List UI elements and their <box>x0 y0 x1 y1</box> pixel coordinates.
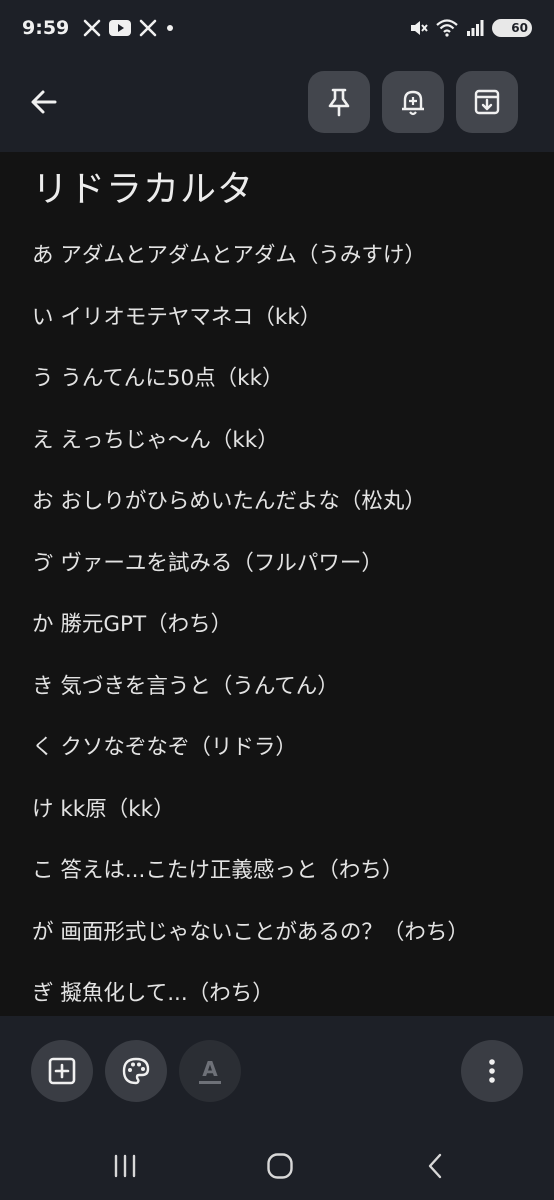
pin-icon <box>328 88 350 117</box>
status-bar: 9:59 60 <box>0 0 554 56</box>
more-vert-icon <box>489 1059 495 1083</box>
battery-indicator: 60 <box>492 19 532 37</box>
status-time: 9:59 <box>22 17 70 39</box>
reminder-button[interactable] <box>382 71 444 133</box>
recents-icon <box>114 1154 136 1178</box>
home-button[interactable] <box>250 1142 310 1190</box>
wifi-icon <box>436 19 458 37</box>
note-line: け kk原（kk） <box>32 796 175 822</box>
home-icon <box>267 1153 293 1179</box>
system-nav-bar <box>0 1132 554 1200</box>
youtube-icon <box>109 20 132 36</box>
nav-back-button[interactable] <box>405 1142 465 1190</box>
note-line: く クソなぞなぞ（リドラ） <box>32 735 297 760</box>
note-line: か 勝元GPT（わち） <box>32 612 233 637</box>
background-color-button[interactable] <box>105 1040 167 1102</box>
format-underline <box>199 1080 221 1084</box>
status-right: 60 <box>408 18 532 38</box>
add-box-icon <box>48 1057 76 1085</box>
note-line: ぎ 擬魚化して...（わち） <box>32 981 274 1006</box>
back-button[interactable] <box>20 78 68 126</box>
add-content-button[interactable] <box>31 1040 93 1102</box>
x-logo-icon <box>139 19 157 37</box>
archive-button[interactable] <box>456 71 518 133</box>
mute-icon <box>408 18 428 38</box>
note-toolbar <box>0 56 554 152</box>
note-line: え えっちじゃ〜ん（kk） <box>32 427 279 453</box>
bottom-action-bar: A <box>0 1016 554 1132</box>
status-left: 9:59 <box>22 17 175 39</box>
x-logo-icon <box>83 19 101 37</box>
screen: 9:59 60 リドラカルタ あ アダムとアダムとアダム（うみすけ） い イリオ… <box>0 0 554 1200</box>
dot-icon <box>165 23 175 33</box>
more-options-button[interactable] <box>461 1040 523 1102</box>
note-editor[interactable]: リドラカルタ あ アダムとアダムとアダム（うみすけ） い イリオモテヤマネコ（k… <box>0 152 554 1016</box>
text-format-icon: A <box>199 1059 221 1084</box>
reminder-bell-icon <box>402 90 424 116</box>
archive-icon <box>474 89 500 115</box>
recents-button[interactable] <box>95 1142 155 1190</box>
battery-level: 60 <box>511 21 528 35</box>
note-line: こ 答えは...こたけ正義感っと（わち） <box>32 858 404 883</box>
note-line: あ アダムとアダムとアダム（うみすけ） <box>32 243 426 268</box>
note-body[interactable]: あ アダムとアダムとアダム（うみすけ） い イリオモテヤマネコ（kk） う うん… <box>32 240 532 1016</box>
note-line: う うんてんに50点（kk） <box>32 366 284 391</box>
note-title[interactable]: リドラカルタ <box>32 160 254 212</box>
note-line: き 気づきを言うと（うんてん） <box>32 673 339 699</box>
arrow-left-icon <box>31 90 57 114</box>
back-icon <box>428 1153 442 1179</box>
note-line: お おしりがひらめいたんだよな（松丸） <box>32 489 426 514</box>
pin-button[interactable] <box>308 71 370 133</box>
signal-icon <box>466 19 484 37</box>
palette-icon <box>122 1057 150 1085</box>
note-line: が 画面形式じゃないことがあるの？（わち） <box>32 919 469 945</box>
text-format-button[interactable]: A <box>179 1040 241 1102</box>
format-label: A <box>202 1056 218 1081</box>
note-line: ゔ ヴァーユを試みる（フルパワー） <box>32 550 383 576</box>
note-line: い イリオモテヤマネコ（kk） <box>32 304 322 330</box>
